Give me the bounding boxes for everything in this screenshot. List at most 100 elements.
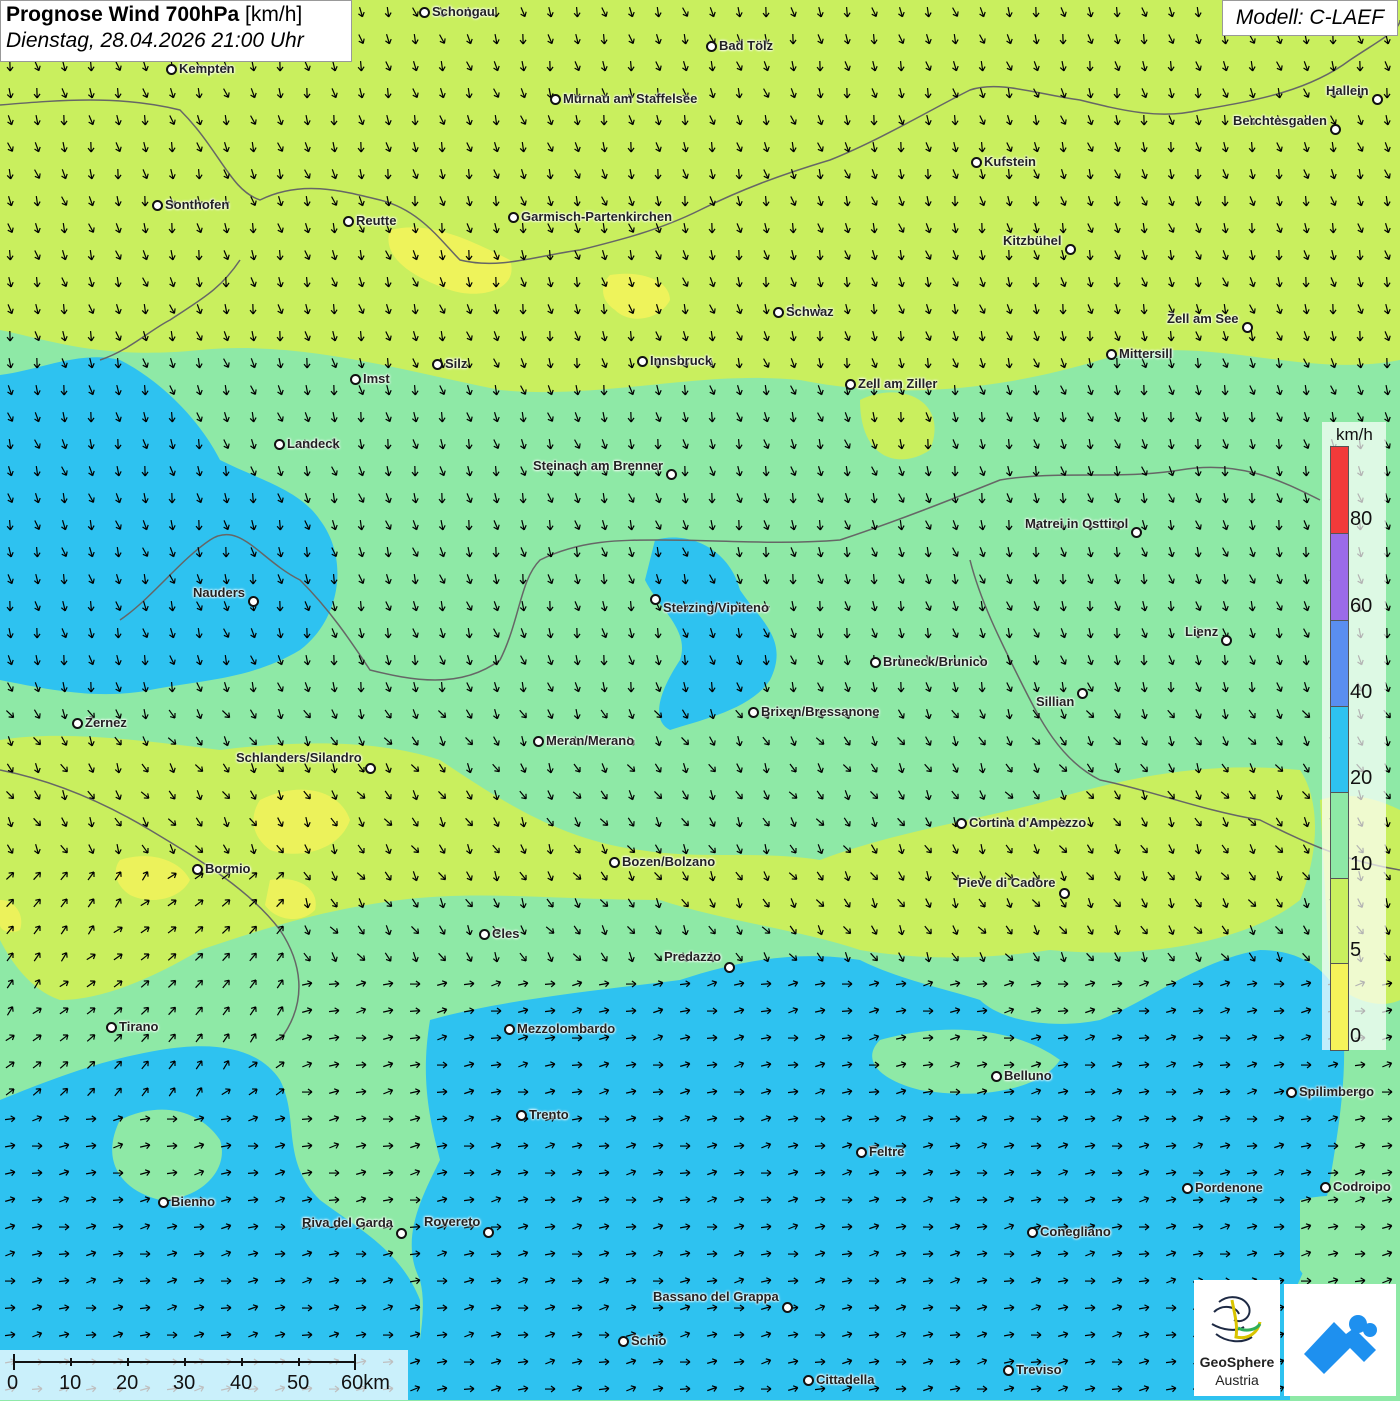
legend-tick-10: 10 xyxy=(1350,853,1373,875)
scale-label-0: 0 xyxy=(7,1372,19,1394)
city-label-bassano-del-grappa: Bassano del Grappa xyxy=(653,1289,779,1304)
city-marker-cittadella xyxy=(803,1375,814,1386)
map-title: Prognose Wind 700hPa [km/h] xyxy=(6,3,303,26)
city-marker-steinach-am-brenner xyxy=(666,469,677,480)
city-marker-spilimbergo xyxy=(1286,1087,1297,1098)
logo-text-geosphere: GeoSphere xyxy=(1199,1354,1275,1370)
city-label-reutte: Reutte xyxy=(356,213,397,228)
scale-bar-ruler xyxy=(13,1354,356,1370)
city-marker-cles xyxy=(479,929,490,940)
legend-tick-60: 60 xyxy=(1350,595,1373,617)
city-marker-sillian xyxy=(1077,688,1088,699)
scale-label-20: 20 xyxy=(116,1372,139,1394)
city-label-mittersill: Mittersill xyxy=(1119,346,1173,361)
logo-text-austria: Austria xyxy=(1215,1372,1259,1388)
city-label-hallein: Hallein xyxy=(1326,83,1369,98)
title-box: Prognose Wind 700hPa [km/h] Dienstag, 28… xyxy=(0,0,352,62)
city-label-zernez: Zernez xyxy=(85,715,127,730)
city-marker-brixen-bressanone xyxy=(748,707,759,718)
city-label-brixen-bressanone: Brixen/Bressanone xyxy=(761,704,880,719)
city-label-belluno: Belluno xyxy=(1004,1068,1052,1083)
city-label-schio: Schio xyxy=(631,1333,667,1348)
city-marker-treviso xyxy=(1003,1365,1014,1376)
city-label-sillian: Sillian xyxy=(1036,694,1075,709)
city-label-bormio: Bormio xyxy=(205,861,251,876)
city-label-bienno: Bienno xyxy=(171,1194,216,1209)
legend-color-0 xyxy=(1330,963,1349,1051)
city-marker-murnau-am-staffelsee xyxy=(550,94,561,105)
city-marker-reutte xyxy=(343,216,354,227)
geosphere-logo[interactable]: GeoSphere Austria xyxy=(1194,1280,1280,1396)
city-marker-bormio xyxy=(192,864,203,875)
city-label-garmisch-partenkirchen: Garmisch-Partenkirchen xyxy=(521,209,673,224)
legend-tick-20: 20 xyxy=(1350,767,1373,789)
city-marker-schio xyxy=(618,1336,629,1347)
scale-label-50: 50 xyxy=(287,1372,310,1394)
city-marker-rovereto xyxy=(483,1227,494,1238)
city-label-bruneck-brunico: Bruneck/Brunico xyxy=(883,654,988,669)
city-marker-garmisch-partenkirchen xyxy=(508,212,519,223)
city-marker-mezzolombardo xyxy=(504,1024,515,1035)
city-marker-bozen-bolzano xyxy=(609,857,620,868)
city-marker-trento xyxy=(516,1110,527,1121)
city-marker-riva-del-garda xyxy=(396,1228,407,1239)
city-label-zell-am-ziller: Zell am Ziller xyxy=(858,376,938,391)
legend-color-80 xyxy=(1330,446,1349,534)
city-label-pieve-di-cadore: Pieve di Cadore xyxy=(958,875,1056,890)
city-marker-bassano-del-grappa xyxy=(782,1302,793,1313)
city-marker-matrei-in-osttirol xyxy=(1131,527,1142,538)
city-marker-bienno xyxy=(158,1197,169,1208)
city-label-mezzolombardo: Mezzolombardo xyxy=(517,1021,616,1036)
legend-tick-0: 0 xyxy=(1350,1025,1362,1047)
city-marker-lienz xyxy=(1221,635,1232,646)
city-label-tirano: Tirano xyxy=(119,1019,159,1034)
color-legend: km/h 80 60 40 20 10 5 0 xyxy=(1322,422,1386,1051)
city-marker-zernez xyxy=(72,718,83,729)
city-marker-schlanders-silandro xyxy=(365,763,376,774)
legend-color-40 xyxy=(1330,620,1349,708)
city-marker-sonthofen xyxy=(152,200,163,211)
city-label-trento: Trento xyxy=(529,1107,569,1122)
city-marker-nauders xyxy=(248,596,259,607)
city-label-schlanders-silandro: Schlanders/Silandro xyxy=(236,750,362,765)
city-marker-tirano xyxy=(106,1022,117,1033)
city-label-kufstein: Kufstein xyxy=(984,154,1036,169)
scale-label-30: 30 xyxy=(173,1372,196,1394)
scale-bar: 0 10 20 30 40 50 60km xyxy=(0,1350,408,1400)
city-marker-kempten xyxy=(166,64,177,75)
legend-color-5 xyxy=(1330,878,1349,964)
legend-color-20 xyxy=(1330,706,1349,794)
city-marker-pieve-di-cadore xyxy=(1059,888,1070,899)
city-label-landeck: Landeck xyxy=(287,436,340,451)
scale-label-40: 40 xyxy=(230,1372,253,1394)
city-label-conegliano: Conegliano xyxy=(1040,1224,1111,1239)
city-marker-hallein xyxy=(1372,94,1383,105)
city-marker-imst xyxy=(350,374,361,385)
app-logo[interactable] xyxy=(1284,1284,1396,1396)
legend-tick-80: 80 xyxy=(1350,508,1373,530)
city-label-cortina-d-ampezzo: Cortina d'Ampezzo xyxy=(969,815,1087,830)
city-marker-berchtesgaden xyxy=(1330,124,1341,135)
city-marker-schwaz xyxy=(773,307,784,318)
city-marker-predazzo xyxy=(724,962,735,973)
legend-color-10 xyxy=(1330,792,1349,880)
city-marker-bruneck-brunico xyxy=(870,657,881,668)
city-label-sonthofen: Sonthofen xyxy=(165,197,230,212)
city-marker-belluno xyxy=(991,1071,1002,1082)
legend-tick-40: 40 xyxy=(1350,681,1373,703)
city-marker-bad-t-lz xyxy=(706,41,717,52)
model-label: Modell: C-LAEF xyxy=(1222,0,1398,36)
scale-label-60km: 60km xyxy=(341,1372,390,1394)
city-label-lienz: Lienz xyxy=(1185,624,1219,639)
city-label-spilimbergo: Spilimbergo xyxy=(1299,1084,1375,1099)
city-label-meran-merano: Meran/Merano xyxy=(546,733,635,748)
city-marker-sterzing-vipiteno xyxy=(650,594,661,605)
city-label-kempten: Kempten xyxy=(179,61,235,76)
city-marker-landeck xyxy=(274,439,285,450)
city-marker-cortina-d-ampezzo xyxy=(956,818,967,829)
city-marker-silz xyxy=(432,359,443,370)
city-label-silz: Silz xyxy=(445,356,468,371)
city-marker-feltre xyxy=(856,1147,867,1158)
city-label-kitzb-hel: Kitzbühel xyxy=(1003,233,1062,248)
city-label-cittadella: Cittadella xyxy=(816,1372,875,1387)
